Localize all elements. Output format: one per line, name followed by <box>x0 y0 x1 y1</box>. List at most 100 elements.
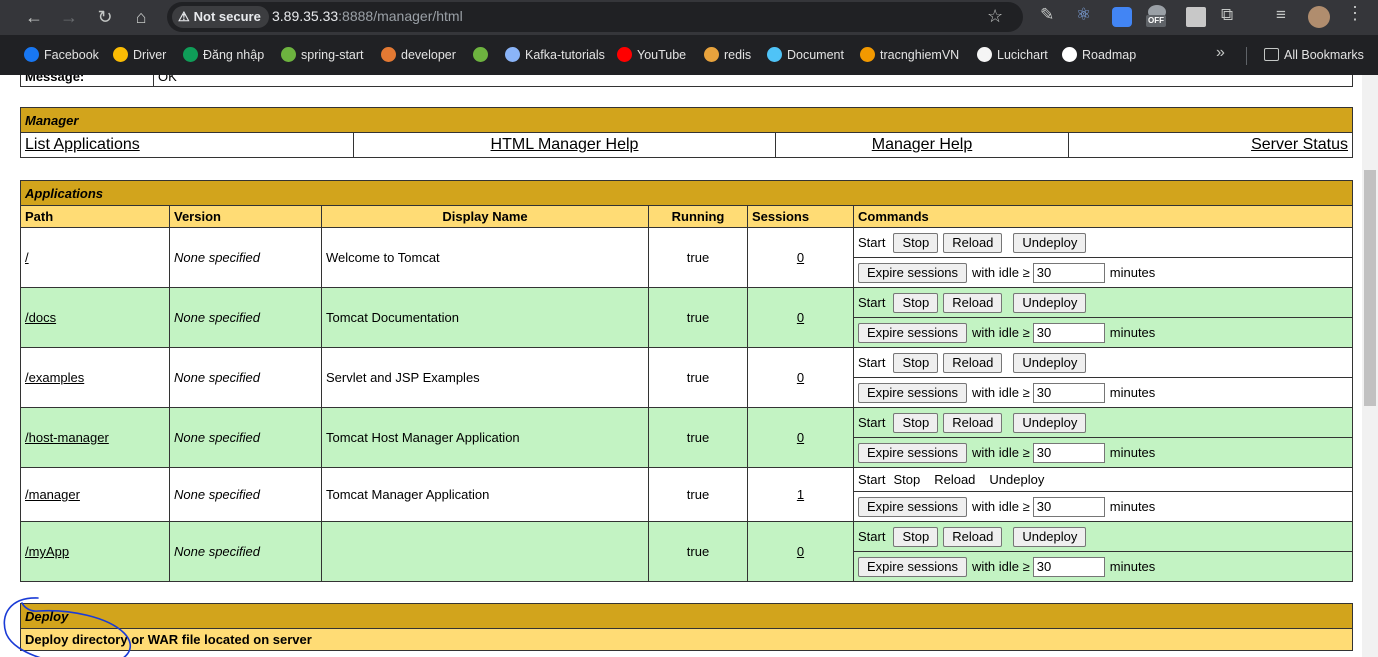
list-applications-link[interactable]: List Applications <box>25 136 140 153</box>
bookmark--ng-nh-p[interactable]: Đăng nhập <box>183 45 264 65</box>
expire-sessions-button[interactable]: Expire sessions <box>858 496 968 517</box>
stop-button[interactable]: Stop <box>893 232 939 253</box>
omnibox[interactable]: ⚠ Not secure 3.89.35.33:8888/manager/html… <box>167 2 1023 32</box>
app-sessions-link[interactable]: 0 <box>797 430 804 445</box>
expire-sessions-button[interactable]: Expire sessions <box>858 262 968 283</box>
profile-avatar[interactable] <box>1308 6 1330 28</box>
stop-button[interactable]: Stop <box>893 352 939 373</box>
col-display-name: Display Name <box>321 205 649 228</box>
idle-minutes-input[interactable]: 30 <box>1032 442 1105 463</box>
undeploy-button[interactable]: Undeploy <box>1013 292 1087 313</box>
app-running: true <box>648 287 748 348</box>
stop-button[interactable]: Stop <box>893 526 939 547</box>
bookmark-tracnghiemvn[interactable]: tracnghiemVN <box>860 45 959 65</box>
manager-help-link[interactable]: Manager Help <box>872 136 973 153</box>
bookmark-icon-only[interactable] <box>473 45 493 65</box>
react-devtools-icon[interactable]: ⚛ <box>1076 5 1091 25</box>
stop-button[interactable]: Stop <box>893 292 939 313</box>
start-label: Start <box>858 235 886 250</box>
bookmark-roadmap[interactable]: Roadmap <box>1062 45 1136 65</box>
security-label: Not secure <box>193 9 261 24</box>
more-bookmarks-icon[interactable]: » <box>1216 44 1225 62</box>
bookmark-driver[interactable]: Driver <box>113 45 166 65</box>
reload-button[interactable]: Reload <box>943 232 1003 253</box>
app-sessions-link[interactable]: 0 <box>797 544 804 559</box>
expire-sessions-button[interactable]: Expire sessions <box>858 322 968 343</box>
extension-off-badge: OFF <box>1146 15 1166 27</box>
lucidchart-icon <box>977 47 992 62</box>
stop-label: Stop <box>893 472 921 487</box>
redis-icon <box>704 47 719 62</box>
bookmark-label: Driver <box>133 48 167 62</box>
bookmark-kafka-tutorials[interactable]: Kafka-tutorials <box>505 45 605 65</box>
app-sessions-link[interactable]: 0 <box>797 250 804 265</box>
command-line-expire: Expire sessions with idle ≥ 30 minutes <box>854 318 1352 347</box>
reload-button[interactable]: Reload <box>943 352 1003 373</box>
expire-sessions-button[interactable]: Expire sessions <box>858 442 968 463</box>
bookmark-label: Đăng nhập <box>203 48 265 62</box>
reading-list-icon[interactable]: ≡ <box>1276 5 1286 25</box>
start-label: Start <box>858 355 886 370</box>
extension-square-icon[interactable] <box>1186 7 1206 27</box>
app-path-link[interactable]: /docs <box>25 310 56 325</box>
extensions-puzzle-icon[interactable]: ⧉ <box>1221 5 1233 25</box>
app-sessions-link[interactable]: 0 <box>797 370 804 385</box>
bookmark-star-icon[interactable]: ☆ <box>987 6 1003 27</box>
bookmark-document[interactable]: Document <box>767 45 844 65</box>
server-status-link[interactable]: Server Status <box>1251 136 1348 153</box>
globe-icon <box>183 47 198 62</box>
app-path-link[interactable]: /host-manager <box>25 430 109 445</box>
undeploy-button[interactable]: Undeploy <box>1013 412 1087 433</box>
app-commands: Start Stop Reload Undeploy Expire sessio… <box>853 347 1353 408</box>
with-idle-label: with idle ≥ <box>972 499 1030 514</box>
security-chip[interactable]: ⚠ Not secure <box>172 6 269 28</box>
undeploy-button[interactable]: Undeploy <box>1013 232 1087 253</box>
reload-button[interactable]: Reload <box>943 412 1003 433</box>
url-text[interactable]: 3.89.35.33:8888/manager/html <box>272 8 463 24</box>
expire-sessions-button[interactable]: Expire sessions <box>858 382 968 403</box>
command-line-expire: Expire sessions with idle ≥ 30 minutes <box>854 258 1352 287</box>
idle-minutes-input[interactable]: 30 <box>1032 262 1105 283</box>
app-sessions-link[interactable]: 0 <box>797 310 804 325</box>
bookmark-lucichart[interactable]: Lucichart <box>977 45 1048 65</box>
back-arrow-icon[interactable]: ← <box>22 5 46 29</box>
reload-button[interactable]: Reload <box>943 526 1003 547</box>
col-commands: Commands <box>853 205 1353 228</box>
stop-button[interactable]: Stop <box>893 412 939 433</box>
reload-icon[interactable]: ↻ <box>93 5 117 29</box>
app-path-link[interactable]: /examples <box>25 370 84 385</box>
home-icon[interactable]: ⌂ <box>129 5 153 29</box>
idle-minutes-input[interactable]: 30 <box>1032 382 1105 403</box>
bookmark-spring-start[interactable]: spring-start <box>281 45 364 65</box>
app-sessions-link[interactable]: 1 <box>797 487 804 502</box>
app-commands: Start Stop Reload Undeploy Expire sessio… <box>853 521 1353 582</box>
all-bookmarks-link[interactable]: All Bookmarks <box>1264 45 1364 65</box>
reload-button[interactable]: Reload <box>943 292 1003 313</box>
undeploy-button[interactable]: Undeploy <box>1013 352 1087 373</box>
bookmark-developer[interactable]: developer <box>381 45 456 65</box>
app-path-link[interactable]: /myApp <box>25 544 69 559</box>
app-path-link[interactable]: / <box>25 250 29 265</box>
deploy-subtitle: Deploy directory or WAR file located on … <box>20 628 1353 651</box>
forward-arrow-icon[interactable]: → <box>57 5 81 29</box>
with-idle-label: with idle ≥ <box>972 445 1030 460</box>
quiz-icon <box>860 47 875 62</box>
bookmark-facebook[interactable]: Facebook <box>24 45 99 65</box>
expire-sessions-button[interactable]: Expire sessions <box>858 556 968 577</box>
undeploy-button[interactable]: Undeploy <box>1013 526 1087 547</box>
idle-minutes-input[interactable]: 30 <box>1032 496 1105 517</box>
app-path-link[interactable]: /manager <box>25 487 80 502</box>
idle-minutes-input[interactable]: 30 <box>1032 322 1105 343</box>
bookmark-redis[interactable]: redis <box>704 45 751 65</box>
html-manager-help-link[interactable]: HTML Manager Help <box>491 136 639 153</box>
applications-table: Applications Path Version Display Name R… <box>20 180 1353 582</box>
scrollbar-thumb[interactable] <box>1364 170 1376 406</box>
eyedropper-icon[interactable]: ✎ <box>1040 5 1054 25</box>
idle-minutes-input[interactable]: 30 <box>1032 556 1105 577</box>
kebab-menu-icon[interactable]: ⋮ <box>1346 3 1364 24</box>
facebook-icon <box>24 47 39 62</box>
translate-icon[interactable] <box>1112 7 1132 27</box>
bookmark-label: developer <box>401 48 456 62</box>
bookmark-youtube[interactable]: YouTube <box>617 45 686 65</box>
message-label: Message: <box>20 75 154 87</box>
